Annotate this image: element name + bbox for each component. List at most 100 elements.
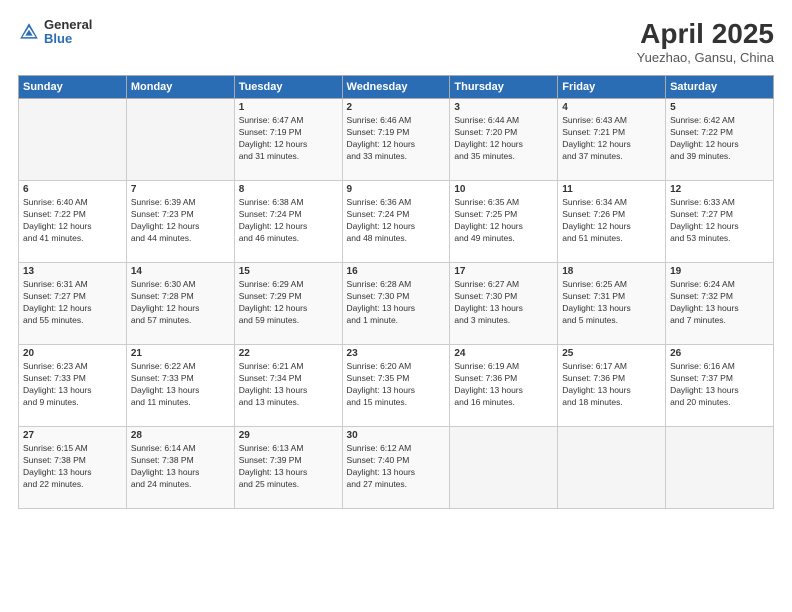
day-info: Sunrise: 6:36 AM Sunset: 7:24 PM Dayligh… [347, 197, 446, 245]
calendar-cell: 1Sunrise: 6:47 AM Sunset: 7:19 PM Daylig… [234, 99, 342, 181]
calendar-cell: 11 Sunrise: 6:34 AM Sunset: 7:26 PM Dayli… [558, 181, 666, 263]
calendar-cell: 16 Sunrise: 6:28 AM Sunset: 7:30 PM Dayli… [342, 263, 450, 345]
day-number: 24 [454, 348, 553, 359]
day-info: Sunrise: 6:20 AM Sunset: 7:35 PM Dayligh… [347, 361, 446, 409]
day-info: Sunrise: 6:23 AM Sunset: 7:33 PM Dayligh… [23, 361, 122, 409]
calendar-cell: 21 Sunrise: 6:22 AM Sunset: 7:33 PM Dayli… [126, 345, 234, 427]
calendar-cell [450, 427, 558, 509]
calendar-cell: 17 Sunrise: 6:27 AM Sunset: 7:30 PM Dayli… [450, 263, 558, 345]
day-number: 21 [131, 348, 230, 359]
calendar-cell: 19 Sunrise: 6:24 AM Sunset: 7:32 PM Dayli… [666, 263, 774, 345]
day-info: Sunrise: 6:47 AM Sunset: 7:19 PM Dayligh… [239, 115, 338, 163]
calendar-cell: 5 Sunrise: 6:42 AM Sunset: 7:22 PM Daylig… [666, 99, 774, 181]
day-number: 7 [131, 184, 230, 195]
calendar-body: 1Sunrise: 6:47 AM Sunset: 7:19 PM Daylig… [19, 99, 774, 509]
day-info: Sunrise: 6:24 AM Sunset: 7:32 PM Dayligh… [670, 279, 769, 327]
day-info: Sunrise: 6:28 AM Sunset: 7:30 PM Dayligh… [347, 279, 446, 327]
calendar-row: 13 Sunrise: 6:31 AM Sunset: 7:27 PM Dayli… [19, 263, 774, 345]
calendar-cell: 8Sunrise: 6:38 AM Sunset: 7:24 PM Daylig… [234, 181, 342, 263]
calendar-cell: 10 Sunrise: 6:35 AM Sunset: 7:25 PM Dayli… [450, 181, 558, 263]
calendar-cell: 18 Sunrise: 6:25 AM Sunset: 7:31 PM Dayli… [558, 263, 666, 345]
day-info: Sunrise: 6:17 AM Sunset: 7:36 PM Dayligh… [562, 361, 661, 409]
calendar-cell: 12Sunrise: 6:33 AM Sunset: 7:27 PM Dayli… [666, 181, 774, 263]
day-number: 8 [239, 184, 338, 195]
day-info: Sunrise: 6:39 AM Sunset: 7:23 PM Dayligh… [131, 197, 230, 245]
day-number: 5 [670, 102, 769, 113]
calendar-cell [19, 99, 127, 181]
day-info: Sunrise: 6:22 AM Sunset: 7:33 PM Dayligh… [131, 361, 230, 409]
col-tuesday: Tuesday [234, 76, 342, 99]
day-number: 23 [347, 348, 446, 359]
day-info: Sunrise: 6:13 AM Sunset: 7:39 PM Dayligh… [239, 443, 338, 491]
day-number: 10 [454, 184, 553, 195]
day-info: Sunrise: 6:25 AM Sunset: 7:31 PM Dayligh… [562, 279, 661, 327]
day-number: 28 [131, 430, 230, 441]
calendar-row: 1Sunrise: 6:47 AM Sunset: 7:19 PM Daylig… [19, 99, 774, 181]
day-number: 6 [23, 184, 122, 195]
day-number: 27 [23, 430, 122, 441]
day-number: 3 [454, 102, 553, 113]
day-number: 15 [239, 266, 338, 277]
day-number: 2 [347, 102, 446, 113]
day-info: Sunrise: 6:21 AM Sunset: 7:34 PM Dayligh… [239, 361, 338, 409]
day-info: Sunrise: 6:35 AM Sunset: 7:25 PM Dayligh… [454, 197, 553, 245]
logo-text: General Blue [44, 18, 92, 47]
calendar-cell: 27Sunrise: 6:15 AM Sunset: 7:38 PM Dayli… [19, 427, 127, 509]
col-monday: Monday [126, 76, 234, 99]
calendar-cell [666, 427, 774, 509]
day-number: 14 [131, 266, 230, 277]
calendar-cell: 20 Sunrise: 6:23 AM Sunset: 7:33 PM Dayli… [19, 345, 127, 427]
day-info: Sunrise: 6:46 AM Sunset: 7:19 PM Dayligh… [347, 115, 446, 163]
calendar-page: General Blue April 2025 Yuezhao, Gansu, … [0, 0, 792, 612]
day-number: 25 [562, 348, 661, 359]
day-info: Sunrise: 6:34 AM Sunset: 7:26 PM Dayligh… [562, 197, 661, 245]
calendar-cell: 22 Sunrise: 6:21 AM Sunset: 7:34 PM Dayli… [234, 345, 342, 427]
calendar-cell: 15 Sunrise: 6:29 AM Sunset: 7:29 PM Dayli… [234, 263, 342, 345]
calendar-row: 27Sunrise: 6:15 AM Sunset: 7:38 PM Dayli… [19, 427, 774, 509]
day-number: 19 [670, 266, 769, 277]
day-number: 13 [23, 266, 122, 277]
col-friday: Friday [558, 76, 666, 99]
calendar-cell: 30Sunrise: 6:12 AM Sunset: 7:40 PM Dayli… [342, 427, 450, 509]
day-number: 9 [347, 184, 446, 195]
calendar-header: Sunday Monday Tuesday Wednesday Thursday… [19, 76, 774, 99]
day-info: Sunrise: 6:16 AM Sunset: 7:37 PM Dayligh… [670, 361, 769, 409]
day-number: 22 [239, 348, 338, 359]
day-number: 16 [347, 266, 446, 277]
calendar-cell: 24Sunrise: 6:19 AM Sunset: 7:36 PM Dayli… [450, 345, 558, 427]
day-info: Sunrise: 6:30 AM Sunset: 7:28 PM Dayligh… [131, 279, 230, 327]
day-number: 17 [454, 266, 553, 277]
calendar-cell [558, 427, 666, 509]
day-info: Sunrise: 6:40 AM Sunset: 7:22 PM Dayligh… [23, 197, 122, 245]
calendar-cell: 6 Sunrise: 6:40 AM Sunset: 7:22 PM Daylig… [19, 181, 127, 263]
day-number: 4 [562, 102, 661, 113]
day-info: Sunrise: 6:14 AM Sunset: 7:38 PM Dayligh… [131, 443, 230, 491]
calendar-cell: 3 Sunrise: 6:44 AM Sunset: 7:20 PM Daylig… [450, 99, 558, 181]
day-number: 18 [562, 266, 661, 277]
day-number: 29 [239, 430, 338, 441]
day-number: 26 [670, 348, 769, 359]
calendar-cell: 7 Sunrise: 6:39 AM Sunset: 7:23 PM Daylig… [126, 181, 234, 263]
day-info: Sunrise: 6:27 AM Sunset: 7:30 PM Dayligh… [454, 279, 553, 327]
day-number: 20 [23, 348, 122, 359]
day-info: Sunrise: 6:44 AM Sunset: 7:20 PM Dayligh… [454, 115, 553, 163]
calendar-cell: 23 Sunrise: 6:20 AM Sunset: 7:35 PM Dayli… [342, 345, 450, 427]
day-info: Sunrise: 6:33 AM Sunset: 7:27 PM Dayligh… [670, 197, 769, 245]
calendar-cell: 4 Sunrise: 6:43 AM Sunset: 7:21 PM Daylig… [558, 99, 666, 181]
logo-general: General [44, 18, 92, 32]
logo: General Blue [18, 18, 92, 47]
calendar-cell: 13 Sunrise: 6:31 AM Sunset: 7:27 PM Dayli… [19, 263, 127, 345]
day-info: Sunrise: 6:29 AM Sunset: 7:29 PM Dayligh… [239, 279, 338, 327]
calendar-cell: 28 Sunrise: 6:14 AM Sunset: 7:38 PM Dayli… [126, 427, 234, 509]
title-location: Yuezhao, Gansu, China [637, 50, 774, 65]
calendar-row: 6 Sunrise: 6:40 AM Sunset: 7:22 PM Daylig… [19, 181, 774, 263]
calendar-cell: 29 Sunrise: 6:13 AM Sunset: 7:39 PM Dayli… [234, 427, 342, 509]
day-number: 11 [562, 184, 661, 195]
calendar-cell: 25 Sunrise: 6:17 AM Sunset: 7:36 PM Dayli… [558, 345, 666, 427]
col-wednesday: Wednesday [342, 76, 450, 99]
calendar-cell [126, 99, 234, 181]
day-info: Sunrise: 6:31 AM Sunset: 7:27 PM Dayligh… [23, 279, 122, 327]
day-info: Sunrise: 6:43 AM Sunset: 7:21 PM Dayligh… [562, 115, 661, 163]
calendar-cell: 26 Sunrise: 6:16 AM Sunset: 7:37 PM Dayli… [666, 345, 774, 427]
day-info: Sunrise: 6:42 AM Sunset: 7:22 PM Dayligh… [670, 115, 769, 163]
